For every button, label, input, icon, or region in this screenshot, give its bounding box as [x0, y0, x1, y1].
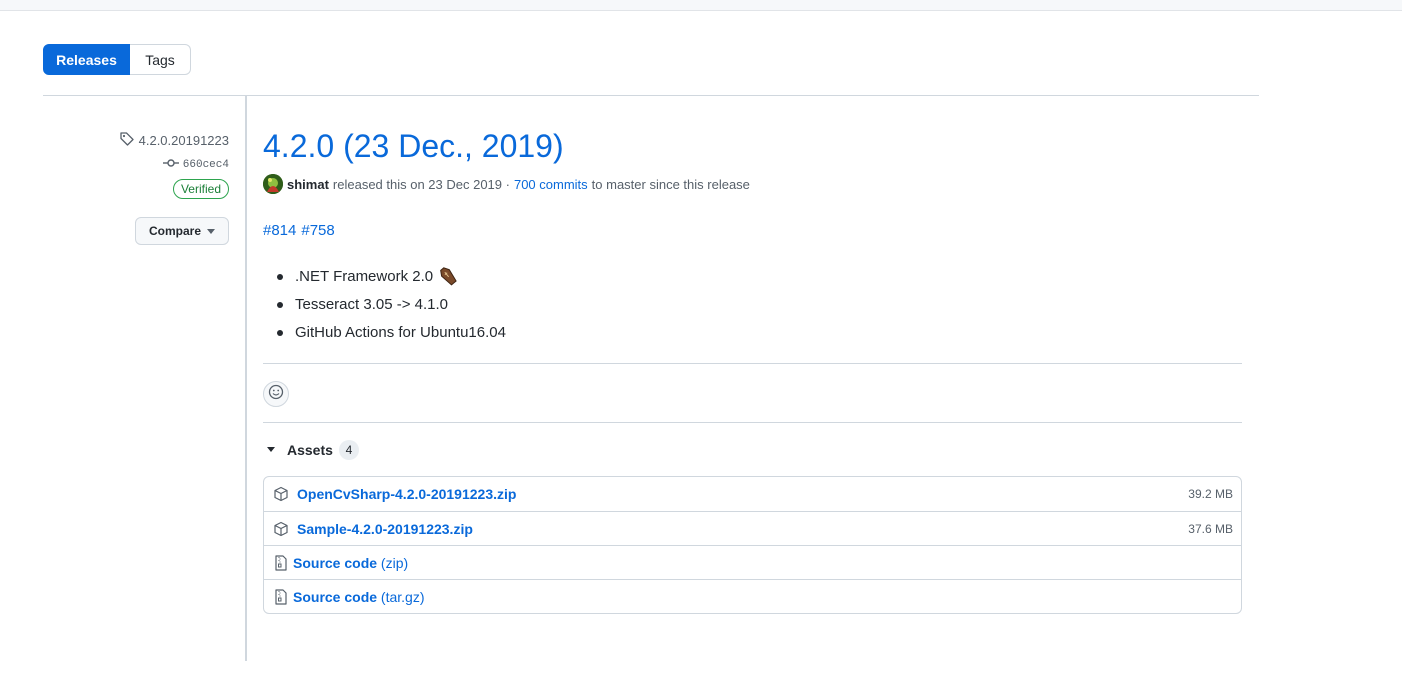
commit-link[interactable]: 660cec4	[162, 157, 229, 173]
compare-button[interactable]: Compare	[135, 217, 229, 245]
asset-link[interactable]: Sample-4.2.0-20191223.zip	[297, 521, 473, 537]
tag-link[interactable]: 4.2.0.20191223	[119, 131, 229, 149]
release-notes: .NET Framework 2.0 Tesseract 3.05 -> 4.1…	[275, 262, 506, 346]
divider	[263, 422, 1242, 423]
source-code-targz-link[interactable]: Source code (tar.gz)	[293, 589, 425, 605]
tag-icon	[119, 131, 135, 150]
timeline-line	[245, 96, 247, 661]
issue-links: #814 #758	[263, 222, 335, 239]
file-zip-icon	[273, 554, 289, 571]
commit-sha: 660cec4	[182, 159, 229, 171]
asset-size: 37.6 MB	[1188, 521, 1233, 536]
tab-tags[interactable]: Tags	[130, 44, 191, 75]
asset-row: Sample-4.2.0-20191223.zip 37.6 MB	[264, 511, 1241, 545]
asset-row: Source code (tar.gz)	[264, 579, 1241, 613]
package-icon	[273, 521, 289, 537]
triangle-down-icon	[263, 447, 279, 453]
commit-icon	[162, 158, 179, 172]
triangle-down-icon	[207, 224, 215, 238]
note-text: Tesseract 3.05 -> 4.1.0	[295, 295, 449, 313]
source-code-label: Source code	[293, 554, 378, 571]
avatar[interactable]	[263, 174, 283, 194]
top-bar	[0, 0, 1402, 11]
compare-label: Compare	[148, 224, 201, 238]
since-text: to master since this release	[591, 176, 750, 192]
package-icon	[273, 486, 289, 502]
assets-toggle[interactable]: Assets 4	[263, 439, 359, 461]
source-code-label: Source code	[293, 588, 378, 605]
release-tabs: Releases Tags	[43, 44, 191, 75]
source-format: (zip)	[380, 554, 409, 571]
asset-row: OpenCvSharp-4.2.0-20191223.zip 39.2 MB	[264, 477, 1241, 511]
asset-row: Source code (zip)	[264, 545, 1241, 579]
list-item: .NET Framework 2.0	[275, 262, 506, 290]
coffin-icon	[438, 266, 458, 286]
assets-count: 4	[338, 440, 359, 460]
divider	[43, 95, 1259, 96]
release-byline: shimat released this on 23 Dec 2019 · 70…	[263, 174, 750, 194]
list-item: Tesseract 3.05 -> 4.1.0	[275, 290, 506, 318]
list-item: GitHub Actions for Ubuntu16.04	[275, 318, 506, 346]
source-format: (tar.gz)	[380, 588, 425, 605]
tab-releases[interactable]: Releases	[43, 44, 130, 75]
note-text: GitHub Actions for Ubuntu16.04	[295, 323, 506, 341]
asset-size: 39.2 MB	[1188, 487, 1233, 501]
assets-label: Assets	[287, 442, 333, 458]
tag-name: 4.2.0.20191223	[138, 132, 229, 148]
add-reaction-button[interactable]	[263, 381, 289, 407]
smiley-icon	[268, 384, 284, 405]
release-title[interactable]: 4.2.0 (23 Dec., 2019)	[263, 126, 564, 166]
author-link[interactable]: shimat	[287, 177, 329, 192]
assets-list: OpenCvSharp-4.2.0-20191223.zip 39.2 MB S…	[263, 476, 1242, 614]
commits-link[interactable]: 700 commits	[514, 177, 588, 192]
release-meta: 4.2.0.20191223 660cec4 Verified	[119, 131, 229, 199]
asset-link[interactable]: OpenCvSharp-4.2.0-20191223.zip	[297, 486, 516, 502]
file-zip-icon	[273, 588, 289, 605]
verified-badge[interactable]: Verified	[172, 179, 229, 199]
source-code-zip-link[interactable]: Source code (zip)	[293, 555, 408, 571]
issue-link[interactable]: #814	[263, 222, 296, 239]
divider	[263, 363, 1242, 364]
note-text: .NET Framework 2.0	[295, 267, 434, 285]
issue-link[interactable]: #758	[301, 222, 334, 239]
released-text: released this on 23 Dec 2019 ·	[332, 176, 510, 192]
